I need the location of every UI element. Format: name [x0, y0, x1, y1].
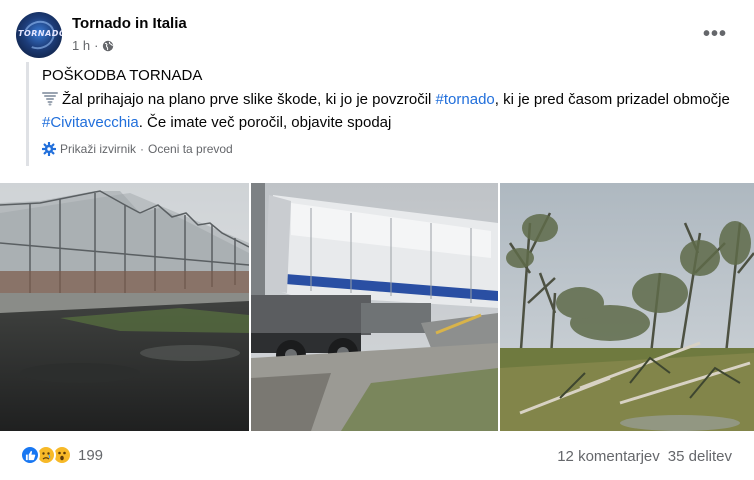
page-avatar[interactable]: TORNADO [16, 12, 62, 58]
hashtag-tornado-link[interactable]: #tornado [436, 91, 495, 108]
post-time[interactable]: 1 h [72, 38, 90, 53]
facebook-post-card: TORNADO Tornado in Italia 1 h · ••• POŠK… [0, 0, 754, 480]
more-options-button[interactable]: ••• [698, 20, 732, 48]
page-name-link[interactable]: Tornado in Italia [72, 15, 187, 32]
translation-separator: · [140, 142, 145, 156]
reaction-count[interactable]: 199 [78, 447, 103, 464]
post-body: Žal prihajajo na plano prve slike škode,… [42, 88, 738, 134]
photo-damaged-truck-trailer[interactable] [251, 183, 498, 431]
post-body-text-3: . Če imate več poročil, objavite spodaj [138, 114, 392, 131]
show-original-link[interactable]: Prikaži izvirnik [60, 142, 136, 156]
more-options-icon: ••• [702, 22, 727, 45]
translation-row: Prikaži izvirnik · Oceni ta prevod [41, 141, 738, 157]
post-meta: 1 h · [72, 38, 114, 53]
rate-translation-link[interactable]: Oceni ta prevod [148, 142, 233, 156]
reactions-summary[interactable]: 199 [20, 445, 103, 465]
post-body-text-2: , ki je pred časom prizadel območje [494, 91, 730, 108]
tornado-emoji-icon [42, 90, 58, 106]
shares-count-link[interactable]: 35 delitev [668, 448, 732, 465]
photo-damaged-greenhouses[interactable] [0, 183, 249, 431]
post-body-text-1: Žal prihajajo na plano prve slike škode,… [62, 91, 436, 108]
post-title: POŠKODBA TORNADA [42, 67, 203, 84]
gear-icon [41, 141, 57, 157]
post-footer: 199 12 komentarjev 35 delitev [16, 441, 738, 471]
photo-grid [0, 183, 754, 431]
post-text-block: POŠKODBA TORNADA Žal prihajajo na plano … [26, 62, 738, 166]
like-icon [20, 445, 40, 465]
avatar-logo-text: TORNADO [18, 29, 62, 38]
engagement-counts: 12 komentarjev 35 delitev [557, 448, 732, 465]
hashtag-civitavecchia-link[interactable]: #Civitavecchia [42, 114, 139, 131]
post-header: TORNADO Tornado in Italia 1 h · ••• [16, 12, 738, 58]
photo-fallen-trees[interactable] [500, 183, 754, 431]
globe-icon [102, 40, 114, 52]
comments-count-link[interactable]: 12 komentarjev [557, 448, 660, 465]
meta-dot: · [94, 38, 99, 53]
